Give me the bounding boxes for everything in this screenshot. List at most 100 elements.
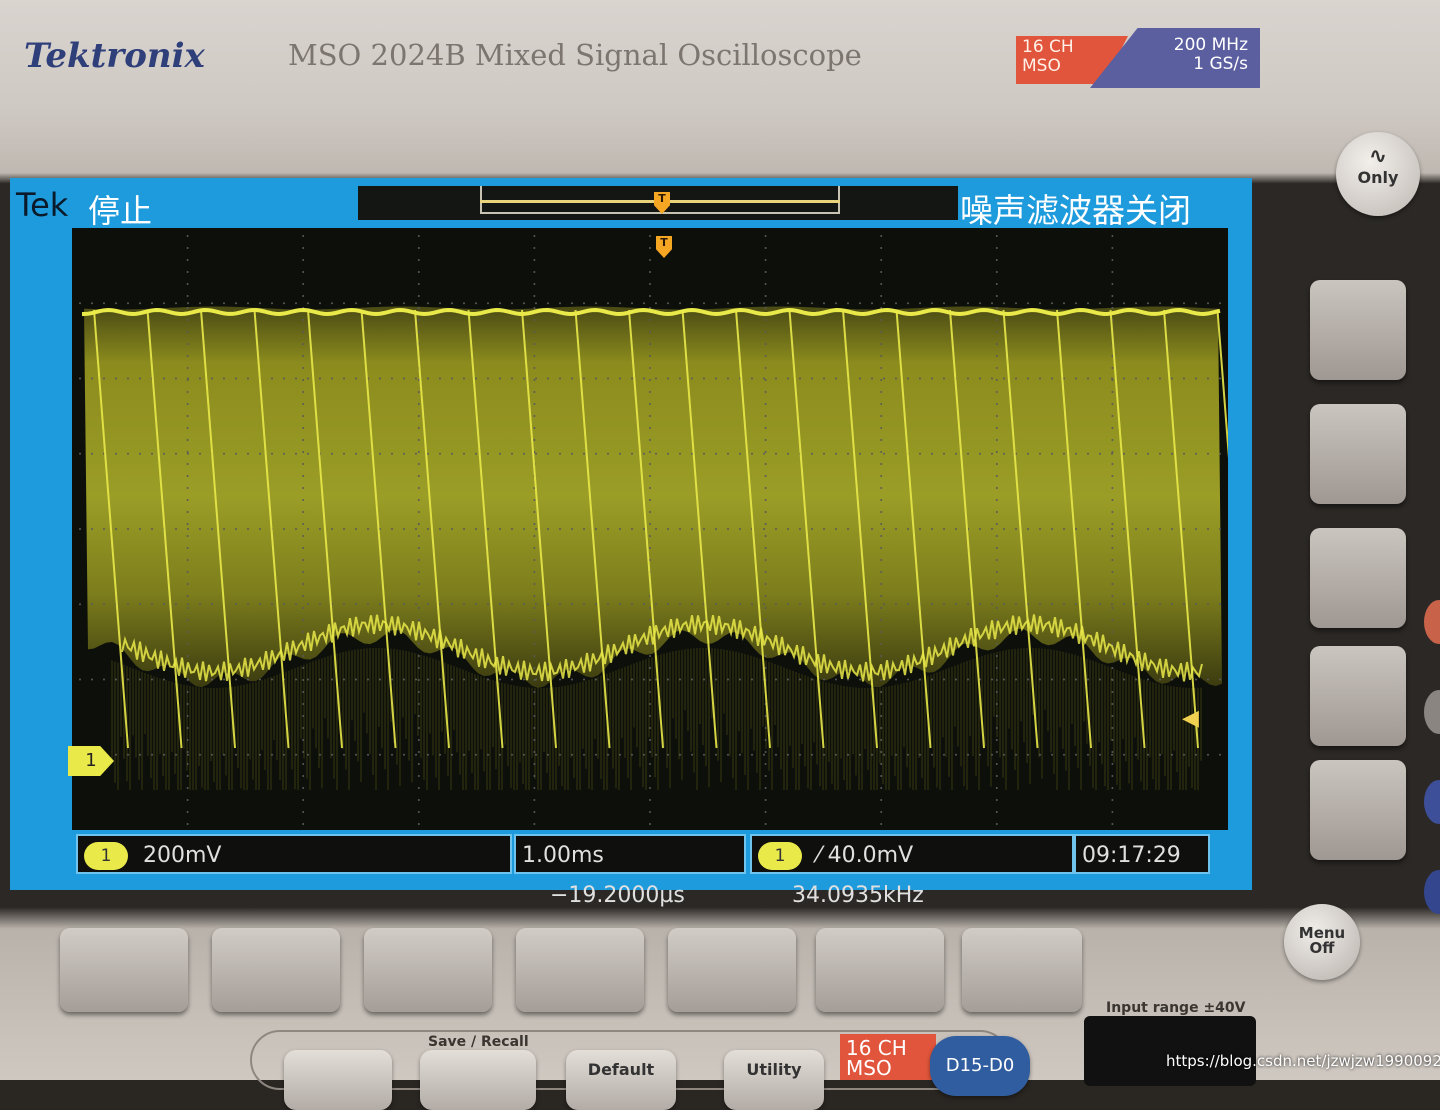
side-menu-button-1[interactable] bbox=[1310, 280, 1406, 380]
grid-dot bbox=[547, 452, 549, 455]
grid-dot bbox=[186, 595, 189, 597]
grid-dot bbox=[343, 753, 345, 756]
grid-dot bbox=[1015, 753, 1017, 756]
grid-dot bbox=[186, 631, 189, 633]
trigger-level-arrow-icon[interactable]: ◀ bbox=[1182, 706, 1199, 731]
grid-dot bbox=[139, 753, 141, 756]
bottom-menu-button-2[interactable] bbox=[212, 928, 340, 1012]
grid-dot bbox=[331, 377, 333, 380]
grid-dot bbox=[1111, 302, 1113, 305]
grid-dot bbox=[859, 603, 861, 606]
grid-dot bbox=[463, 302, 465, 305]
bottom-menu-button-6[interactable] bbox=[816, 928, 944, 1012]
grid-dot bbox=[859, 377, 861, 380]
grid-dot bbox=[919, 302, 921, 305]
grid-dot bbox=[367, 603, 369, 606]
grid-dot bbox=[880, 355, 883, 357]
bottom-menu-button-5[interactable] bbox=[668, 928, 796, 1012]
utility-button[interactable]: Utility bbox=[724, 1050, 824, 1110]
grid-dot bbox=[533, 415, 536, 417]
grid-dot bbox=[319, 753, 321, 756]
grid-dot bbox=[871, 603, 873, 606]
grid-dot bbox=[302, 427, 305, 429]
grid-dot bbox=[186, 487, 189, 489]
trigger-readout[interactable]: 1 ⁄ 40.0mV 34.0935kHz bbox=[750, 834, 1074, 908]
grid-dot bbox=[995, 655, 998, 657]
grid-dot bbox=[979, 377, 981, 380]
grid-dot bbox=[186, 391, 189, 393]
grid-dot bbox=[186, 367, 189, 369]
bottom-menu-button-1[interactable] bbox=[60, 928, 188, 1012]
grid-dot bbox=[811, 678, 813, 681]
side-menu-button-4[interactable] bbox=[1310, 646, 1406, 746]
menu-off-button[interactable]: Menu Off bbox=[1284, 904, 1360, 980]
grid-dot bbox=[1111, 487, 1114, 489]
grid-dot bbox=[533, 499, 536, 501]
grid-dot bbox=[995, 751, 998, 753]
grid-dot bbox=[463, 603, 465, 606]
grid-dot bbox=[355, 753, 357, 756]
grid-dot bbox=[715, 377, 717, 380]
side-menu-button-2[interactable] bbox=[1310, 404, 1406, 504]
grid-dot bbox=[1039, 377, 1041, 380]
side-menu-button-3[interactable] bbox=[1310, 528, 1406, 628]
grid-dot bbox=[271, 603, 273, 606]
bottom-menu-button-3[interactable] bbox=[364, 928, 492, 1012]
grid-dot bbox=[995, 475, 998, 477]
grid-dot bbox=[451, 377, 453, 380]
grid-dot bbox=[691, 302, 693, 305]
grid-dot bbox=[535, 528, 537, 530]
grid-dot bbox=[643, 603, 645, 606]
grid-dot bbox=[533, 307, 536, 309]
grid-dot bbox=[739, 528, 741, 530]
grid-dot bbox=[691, 603, 693, 606]
grid-dot bbox=[679, 452, 681, 455]
grid-dot bbox=[1075, 678, 1077, 681]
grid-dot bbox=[223, 302, 225, 305]
input-connector-area bbox=[1084, 1016, 1256, 1086]
grid-dot bbox=[302, 727, 305, 729]
grid-dot bbox=[880, 499, 883, 501]
grid-dot bbox=[391, 753, 393, 756]
save-recall-button-1[interactable] bbox=[284, 1050, 392, 1110]
grid-dot bbox=[463, 753, 465, 756]
digital-channels-button[interactable]: D15-D0 bbox=[930, 1036, 1030, 1096]
channel-readout[interactable]: 1 200mV bbox=[76, 834, 512, 874]
grid-dot bbox=[302, 763, 305, 765]
grid-dot bbox=[475, 528, 477, 530]
grid-dot bbox=[649, 451, 651, 453]
grid-dot bbox=[883, 753, 885, 756]
bottom-menu-button-7[interactable] bbox=[962, 928, 1082, 1012]
grid-dot bbox=[703, 452, 705, 455]
default-setup-button[interactable]: Default bbox=[566, 1050, 676, 1110]
grid-dot bbox=[607, 753, 609, 756]
grid-dot bbox=[302, 295, 305, 297]
save-recall-button-2[interactable] bbox=[420, 1050, 536, 1110]
grid-dot bbox=[1111, 775, 1114, 777]
single-sequence-button[interactable]: ∿ Only bbox=[1336, 132, 1420, 216]
grid-dot bbox=[1051, 377, 1053, 380]
grid-dot bbox=[1111, 595, 1114, 597]
grid-dot bbox=[1111, 811, 1114, 813]
side-menu-button-5[interactable] bbox=[1310, 760, 1406, 860]
grid-dot bbox=[995, 499, 998, 501]
grid-dot bbox=[533, 403, 536, 405]
grid-dot bbox=[302, 235, 305, 237]
grid-dot bbox=[1075, 452, 1077, 455]
grid-dot bbox=[995, 715, 998, 717]
grid-dot bbox=[895, 678, 897, 681]
grid-dot bbox=[619, 377, 621, 380]
grid-dot bbox=[880, 583, 883, 585]
grid-dot bbox=[739, 302, 741, 305]
grid-dot bbox=[1219, 528, 1221, 530]
grid-dot bbox=[475, 377, 477, 380]
grid-dot bbox=[319, 603, 321, 606]
bottom-menu-button-4[interactable] bbox=[516, 928, 644, 1012]
grid-dot bbox=[1135, 302, 1137, 305]
grid-dot bbox=[186, 643, 189, 645]
grid-dot bbox=[823, 302, 825, 305]
grid-dot bbox=[1051, 452, 1053, 455]
grid-dot bbox=[186, 271, 189, 273]
grid-dot bbox=[1015, 678, 1017, 681]
timebase-readout[interactable]: 1.00ms −19.2000µs bbox=[514, 834, 746, 908]
